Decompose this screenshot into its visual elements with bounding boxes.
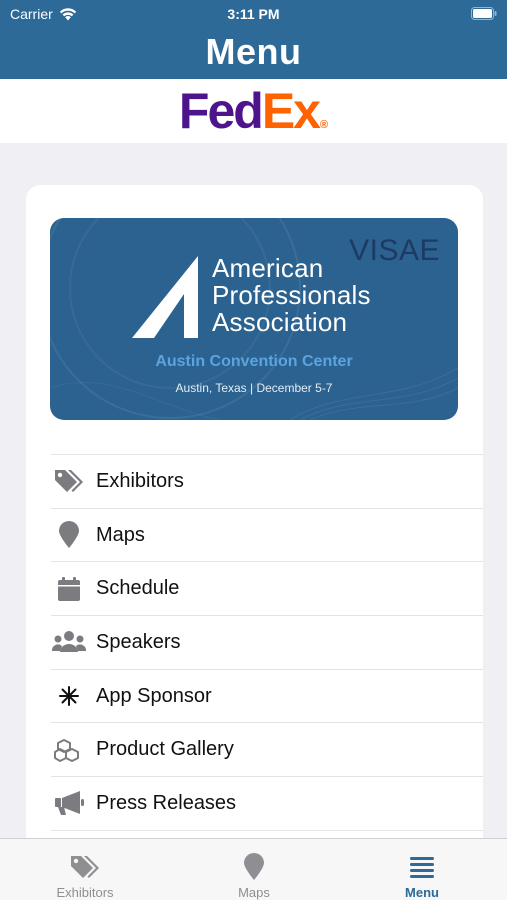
- users-icon: [52, 627, 86, 657]
- apa-logo-mark: [132, 256, 198, 338]
- menu-item-label: Speakers: [96, 630, 181, 653]
- event-location: Austin, Texas | December 5-7: [175, 381, 333, 395]
- status-bar: Carrier 3:11 PM: [0, 0, 507, 28]
- menu-item-label: Maps: [96, 523, 145, 546]
- hamburger-icon: [405, 852, 439, 882]
- map-marker-icon: [237, 852, 271, 882]
- menu-item-maps[interactable]: Maps: [51, 507, 483, 562]
- tab-label: Maps: [238, 885, 270, 900]
- event-banner[interactable]: VISAE American Professionals Association…: [50, 218, 458, 420]
- sparkle-icon: [52, 681, 86, 711]
- menu-item-schedule[interactable]: Schedule: [51, 561, 483, 615]
- menu-item-app-sponsor[interactable]: App Sponsor: [51, 668, 483, 723]
- calendar-icon: [52, 574, 86, 604]
- tab-label: Menu: [405, 885, 439, 900]
- org-name-line-3: Association: [212, 307, 348, 337]
- menu-item-label: Press Releases: [96, 791, 237, 814]
- tab-bar: Exhibitors Maps Menu: [0, 838, 507, 900]
- tab-exhibitors[interactable]: Exhibitors: [25, 839, 145, 900]
- org-name-line-1: American: [212, 253, 324, 283]
- menu-item-label: Schedule: [96, 577, 180, 600]
- megaphone-icon: [52, 788, 86, 818]
- fedex-logo-fed: Fed: [178, 83, 264, 139]
- menu-item-label: Product Gallery: [96, 738, 234, 761]
- fedex-logo: FedEx®: [179, 86, 328, 136]
- tab-label: Exhibitors: [56, 885, 114, 900]
- tab-maps[interactable]: Maps: [194, 839, 314, 900]
- tab-menu[interactable]: Menu: [362, 839, 482, 900]
- status-time: 3:11 PM: [227, 6, 280, 22]
- menu-item-speakers[interactable]: Speakers: [51, 615, 483, 669]
- tags-icon: [68, 852, 102, 882]
- menu-item-label: App Sponsor: [96, 684, 212, 707]
- fedex-logo-reg: ®: [319, 119, 329, 131]
- menu-item-exhibitors[interactable]: Exhibitors: [51, 454, 483, 508]
- menu-list: Exhibitors Maps Schedule Speakers App Sp…: [51, 454, 483, 884]
- map-marker-icon: [52, 520, 86, 550]
- menu-card: VISAE American Professionals Association…: [26, 185, 483, 900]
- menu-item-product-gallery[interactable]: Product Gallery: [51, 722, 483, 776]
- tags-icon: [52, 466, 86, 496]
- menu-item-label: Exhibitors: [96, 469, 184, 492]
- visae-logo: VISAE: [349, 234, 440, 267]
- sponsor-banner[interactable]: FedEx®: [0, 79, 507, 143]
- page-title: Menu: [205, 31, 302, 72]
- cubes-icon: [52, 735, 86, 765]
- org-name-line-2: Professionals: [212, 280, 371, 310]
- event-venue: Austin Convention Center: [155, 353, 353, 370]
- battery-icon: [471, 7, 497, 20]
- fedex-logo-ex: Ex: [261, 83, 321, 139]
- menu-item-press-releases[interactable]: Press Releases: [51, 776, 483, 830]
- header: Carrier 3:11 PM Menu: [0, 0, 507, 79]
